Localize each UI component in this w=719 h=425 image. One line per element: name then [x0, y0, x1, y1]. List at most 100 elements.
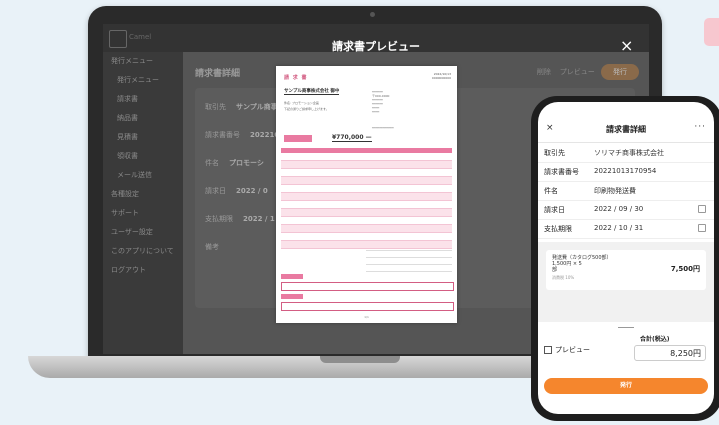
sidebar-item[interactable]: 請求書 — [103, 90, 183, 109]
calendar-icon[interactable] — [698, 205, 706, 213]
sidebar-item[interactable]: 見積書 — [103, 128, 183, 147]
sidebar-item[interactable]: サポート — [103, 204, 183, 223]
sidebar-item[interactable]: ログアウト — [103, 261, 183, 280]
page-title: 請求書詳細 — [195, 69, 241, 79]
invoice-subtotals — [366, 244, 452, 272]
delete-button[interactable]: 削除 — [537, 68, 551, 76]
detail-row: 取引先 サンプル商事 — [205, 102, 278, 112]
form-row[interactable]: 支払期限 2022 / 10 / 31 — [538, 219, 714, 239]
preview-link[interactable]: プレビュー — [544, 345, 590, 355]
form-label: 請求書番号 — [544, 168, 579, 176]
invoice-total: ¥770,000 — — [332, 134, 372, 142]
subtotal-row — [366, 251, 452, 258]
subtotal-row — [366, 265, 452, 272]
form-label: 支払期限 — [544, 225, 572, 233]
sidebar-item[interactable]: 発行メニュー — [103, 71, 183, 90]
form-value[interactable]: 印刷物発送費 — [594, 186, 636, 196]
detail-label: 支払期限 — [205, 215, 233, 223]
detail-label: 請求書番号 — [205, 131, 240, 139]
detail-label: 備考 — [205, 243, 219, 251]
invoice-table-row — [281, 153, 452, 161]
invoice-table-row — [281, 217, 452, 225]
toolbar: 削除 プレビュー 発行 — [537, 64, 639, 80]
modal-title: 請求書プレビュー — [332, 40, 420, 53]
sidebar-item[interactable]: 各種設定 — [103, 185, 183, 204]
sidebar-item[interactable]: このアプリについて — [103, 242, 183, 261]
subtotal-row — [366, 244, 452, 251]
sidebar-item[interactable]: メール送信 — [103, 166, 183, 185]
page-number: 1/1 — [364, 315, 369, 319]
invoice-table-row — [281, 161, 452, 169]
detail-label: 取引先 — [205, 103, 226, 111]
issuer-number: ━━━━━━━━━━━━ — [372, 126, 394, 130]
line-item-name: 発送費（カタログ500部） 1,500円 × 5 部 — [552, 255, 612, 273]
detail-row: 支払期限 2022 / 1 — [205, 214, 275, 224]
detail-row: 請求書番号 2022101 — [205, 130, 284, 140]
form-row[interactable]: 件名 印刷物発送費 — [538, 181, 714, 201]
detail-row: 件名 プロモーシ — [205, 158, 264, 168]
detail-value: プロモーシ — [229, 159, 264, 167]
phone-header: × 請求書詳細 ··· — [538, 120, 714, 143]
invoice-table-row — [281, 209, 452, 217]
notes-section-bar — [281, 274, 303, 279]
pink-tag — [704, 18, 719, 46]
line-item-note: 消費税 10% — [552, 275, 575, 280]
phone-title: 請求書詳細 — [606, 125, 646, 134]
total-amount: 8,250円 — [634, 345, 706, 361]
laptop-notch — [320, 356, 400, 363]
line-item-price: 7,500円 — [670, 265, 700, 273]
detail-row: 請求日 2022 / 0 — [205, 186, 268, 196]
sidebar-item[interactable]: 発行メニュー — [103, 52, 183, 71]
remarks-box — [281, 302, 454, 311]
detail-label: 件名 — [205, 159, 219, 167]
notes-box — [281, 282, 454, 291]
sidebar: 発行メニュー 発行メニュー 請求書 納品書 見積書 領収書 メール送信 各種設定 サポート ユーザ… — [103, 52, 183, 354]
invoice-greeting: 下記の通りご請求申し上げます。 — [284, 107, 329, 111]
form-label: 件名 — [544, 187, 558, 195]
line-item[interactable]: 発送費（カタログ500部） 1,500円 × 5 部 消費税 10% 7,500… — [546, 250, 706, 290]
more-icon[interactable]: ··· — [694, 122, 706, 132]
invoice-subject: 件名: プロモーション企画 — [284, 101, 319, 105]
invoice-table-row — [281, 177, 452, 185]
issue-button[interactable]: 発行 — [601, 64, 639, 80]
form-value[interactable]: 2022 / 09 / 30 — [594, 205, 643, 213]
form-label: 請求日 — [544, 206, 565, 214]
preview-button[interactable]: プレビュー — [560, 68, 595, 76]
invoice-table — [281, 148, 452, 249]
sidebar-item[interactable]: 納品書 — [103, 109, 183, 128]
remarks-section-bar — [281, 294, 303, 299]
detail-label: 請求日 — [205, 187, 226, 195]
invoice-table-row — [281, 201, 452, 209]
total-label: 合計(税込) — [640, 336, 670, 343]
document-icon — [544, 346, 552, 354]
issuer-block: ━━━━━━ 〒000-0000 ━━━━━━ ━━━━━━ ━━━━ ━━━━ — [372, 90, 390, 114]
form-value[interactable]: 2022 / 10 / 31 — [594, 224, 643, 232]
camera-icon — [370, 12, 375, 17]
calendar-icon[interactable] — [698, 224, 706, 232]
subtotal-row — [366, 258, 452, 265]
form-value[interactable]: ソリマチ商事株式会社 — [594, 148, 664, 158]
detail-value: 2022 / 1 — [243, 215, 275, 223]
preview-label: プレビュー — [555, 346, 590, 354]
invoice-title: 請 求 書 — [284, 75, 308, 81]
invoice-table-row — [281, 225, 452, 233]
form-value[interactable]: 20221013170954 — [594, 167, 656, 175]
issue-button[interactable]: 発行 — [544, 378, 708, 394]
line-items-area: 発送費（カタログ500部） 1,500円 × 5 部 消費税 10% 7,500… — [538, 242, 714, 322]
total-label-bar — [284, 135, 312, 142]
invoice-table-row — [281, 169, 452, 177]
invoice-table-row — [281, 185, 452, 193]
detail-value: 2022 / 0 — [236, 187, 268, 195]
sidebar-item[interactable]: ユーザー設定 — [103, 223, 183, 242]
form-row[interactable]: 請求日 2022 / 09 / 30 — [538, 200, 714, 220]
sheet-handle — [618, 327, 634, 328]
invoice-meta: 2022/10/13 0000000000 — [431, 72, 451, 80]
form-row[interactable]: 請求書番号 20221013170954 — [538, 162, 714, 182]
invoice-preview-paper: 請 求 書 2022/10/13 0000000000 サンプル商事株式会社 御中… — [276, 66, 457, 323]
sidebar-item[interactable]: 領収書 — [103, 147, 183, 166]
form-row[interactable]: 取引先 ソリマチ商事株式会社 — [538, 143, 714, 163]
close-icon[interactable]: × — [620, 38, 633, 54]
form-label: 取引先 — [544, 149, 565, 157]
invoice-recipient: サンプル商事株式会社 御中 — [284, 89, 340, 95]
invoice-table-row — [281, 233, 452, 241]
